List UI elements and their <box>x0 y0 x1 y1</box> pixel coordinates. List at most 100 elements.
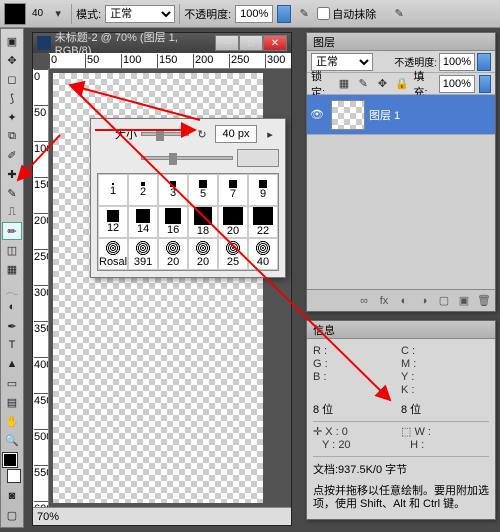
opacity-input[interactable] <box>235 5 273 23</box>
close-button[interactable]: ✕ <box>263 35 287 51</box>
adjust-icon[interactable]: ◑ <box>417 294 431 308</box>
brush-preset[interactable]: 20 <box>158 238 188 270</box>
stamp-tool[interactable]: ⎍ <box>2 203 22 221</box>
size-input[interactable] <box>215 125 257 143</box>
brush-preset[interactable]: 40 <box>248 238 278 270</box>
fill-dropdown[interactable] <box>479 75 491 93</box>
vertical-ruler: 050100150200250300350400450500550600 <box>33 69 49 507</box>
brush-preset-popup: 大小 ↻ ▸ 123579121416182022Rosal3912020254… <box>90 118 286 278</box>
pen-tool[interactable]: ✒ <box>2 317 22 335</box>
brush-preset[interactable]: 391 <box>128 238 158 270</box>
zoom-tool[interactable]: 🔍 <box>2 431 22 449</box>
move-tool[interactable]: ✥ <box>2 51 22 69</box>
quickmask-icon[interactable]: ◙ <box>2 487 22 505</box>
hand-tool[interactable]: ✋ <box>2 412 22 430</box>
lasso-tool[interactable]: ⟆ <box>2 89 22 107</box>
lock-move-icon[interactable]: ✥ <box>375 75 390 93</box>
hint-text: 点按并拖移以任意绘制。要用附加选项，使用 Shift、Alt 和 Ctrl 键。 <box>313 485 489 511</box>
notes-tool[interactable]: ▤ <box>2 393 22 411</box>
heal-tool[interactable]: ✚ <box>2 165 22 183</box>
brush-preview[interactable] <box>4 3 26 25</box>
group-icon[interactable]: ▢ <box>437 294 451 308</box>
brush-preset[interactable]: 2 <box>128 174 158 206</box>
new-layer-icon[interactable]: ▣ <box>457 294 471 308</box>
brush-preset[interactable]: 20 <box>188 238 218 270</box>
brush-preset[interactable]: 7 <box>218 174 248 206</box>
brush-preset[interactable]: 14 <box>128 206 158 238</box>
layer-opacity-input[interactable] <box>439 53 475 71</box>
brush-preset[interactable]: Rosal <box>98 238 128 270</box>
brush-preset[interactable]: 9 <box>248 174 278 206</box>
type-tool[interactable]: T <box>2 336 22 354</box>
brush-preset[interactable]: 20 <box>218 206 248 238</box>
layer-opacity-dropdown[interactable] <box>477 53 491 71</box>
link-icon[interactable]: ∞ <box>357 294 371 308</box>
pencil-tool[interactable]: ✏ <box>2 222 22 240</box>
brush-tool[interactable]: ✎ <box>2 184 22 202</box>
trash-icon[interactable]: 🗑 <box>477 294 491 308</box>
size-slider[interactable] <box>141 132 189 136</box>
tablet-opacity-icon[interactable]: ✎ <box>295 5 313 23</box>
lock-trans-icon[interactable]: ▦ <box>336 75 351 93</box>
maximize-button[interactable]: □ <box>239 35 263 51</box>
minimize-button[interactable]: ─ <box>215 35 239 51</box>
toolbox: ▣ ✥ ◻ ⟆ ✦ ⧉ ✐ ✚ ✎ ⎍ ✏ ◫ ▦ 𓂃 ◐ ✒ T ▲ ▭ ▤ … <box>0 28 24 528</box>
fill-input[interactable] <box>439 75 475 93</box>
screenmode-icon[interactable]: ▢ <box>2 506 22 524</box>
hardness-slider[interactable] <box>141 156 233 160</box>
document-titlebar[interactable]: 未标题-2 @ 70% (图层 1, RGB/8) ─ □ ✕ <box>33 33 291 53</box>
lock-paint-icon[interactable]: ✎ <box>356 75 371 93</box>
layer-name[interactable]: 图层 1 <box>369 107 400 123</box>
layer-row[interactable]: 👁 图层 1 <box>307 95 495 135</box>
ps-doc-icon <box>37 36 51 50</box>
color-swatches[interactable] <box>3 453 21 483</box>
auto-erase-checkbox[interactable]: 自动抹除 <box>317 6 376 22</box>
brush-preset[interactable]: 12 <box>98 206 128 238</box>
flyout-icon[interactable]: ▸ <box>261 125 279 143</box>
brush-picker-icon[interactable]: ▾ <box>49 5 67 23</box>
lock-all-icon[interactable]: 🔒 <box>394 75 409 93</box>
shape-tool[interactable]: ▭ <box>2 374 22 392</box>
visibility-icon[interactable]: 👁 <box>307 108 327 121</box>
brush-preset[interactable]: 25 <box>218 238 248 270</box>
info-y-label: Y : <box>401 371 414 383</box>
horizontal-ruler: 050100150200250300 <box>49 53 291 69</box>
dodge-tool[interactable]: ◐ <box>2 298 22 316</box>
fg-color[interactable] <box>3 453 17 467</box>
brush-preset[interactable]: 18 <box>188 206 218 238</box>
eyedropper-tool[interactable]: ✐ <box>2 146 22 164</box>
info-w-label: W : <box>414 426 431 438</box>
layers-tab[interactable]: 图层 <box>307 33 495 51</box>
crop-tool[interactable]: ⧉ <box>2 127 22 145</box>
bg-color[interactable] <box>7 469 21 483</box>
info-bits2: 8 位 <box>401 404 421 416</box>
tablet-size-icon[interactable]: ✎ <box>390 5 408 23</box>
wand-tool[interactable]: ✦ <box>2 108 22 126</box>
status-bar: 70% <box>33 507 291 525</box>
gradient-tool[interactable]: ▦ <box>2 260 22 278</box>
hardness-input <box>237 149 279 167</box>
opacity-dropdown[interactable] <box>277 5 291 23</box>
mask-icon[interactable]: ◐ <box>397 294 411 308</box>
opacity-label: 不透明度: <box>184 6 231 22</box>
blend-mode-select[interactable]: 正常 <box>105 5 175 23</box>
reset-icon[interactable]: ↻ <box>193 125 211 143</box>
brush-preset[interactable]: 16 <box>158 206 188 238</box>
brush-preset-grid[interactable]: 123579121416182022Rosal39120202540 <box>97 173 279 271</box>
brush-preset[interactable]: 1 <box>98 174 128 206</box>
eraser-tool[interactable]: ◫ <box>2 241 22 259</box>
brush-preset[interactable]: 3 <box>158 174 188 206</box>
auto-erase-input[interactable] <box>317 7 330 20</box>
layer-thumbnail[interactable] <box>331 100 365 130</box>
info-tab[interactable]: 信息 <box>307 321 495 339</box>
marquee-tool[interactable]: ◻ <box>2 70 22 88</box>
blur-tool[interactable]: 𓂃 <box>2 279 22 297</box>
info-y-label: Y : <box>322 439 335 451</box>
brush-preset[interactable]: 22 <box>248 206 278 238</box>
path-tool[interactable]: ▲ <box>2 355 22 373</box>
zoom-level[interactable]: 70% <box>37 511 59 523</box>
fx-icon[interactable]: fx <box>377 294 391 308</box>
brush-preset[interactable]: 5 <box>188 174 218 206</box>
layer-list[interactable]: 👁 图层 1 <box>307 95 495 289</box>
info-m-label: M : <box>401 358 416 370</box>
